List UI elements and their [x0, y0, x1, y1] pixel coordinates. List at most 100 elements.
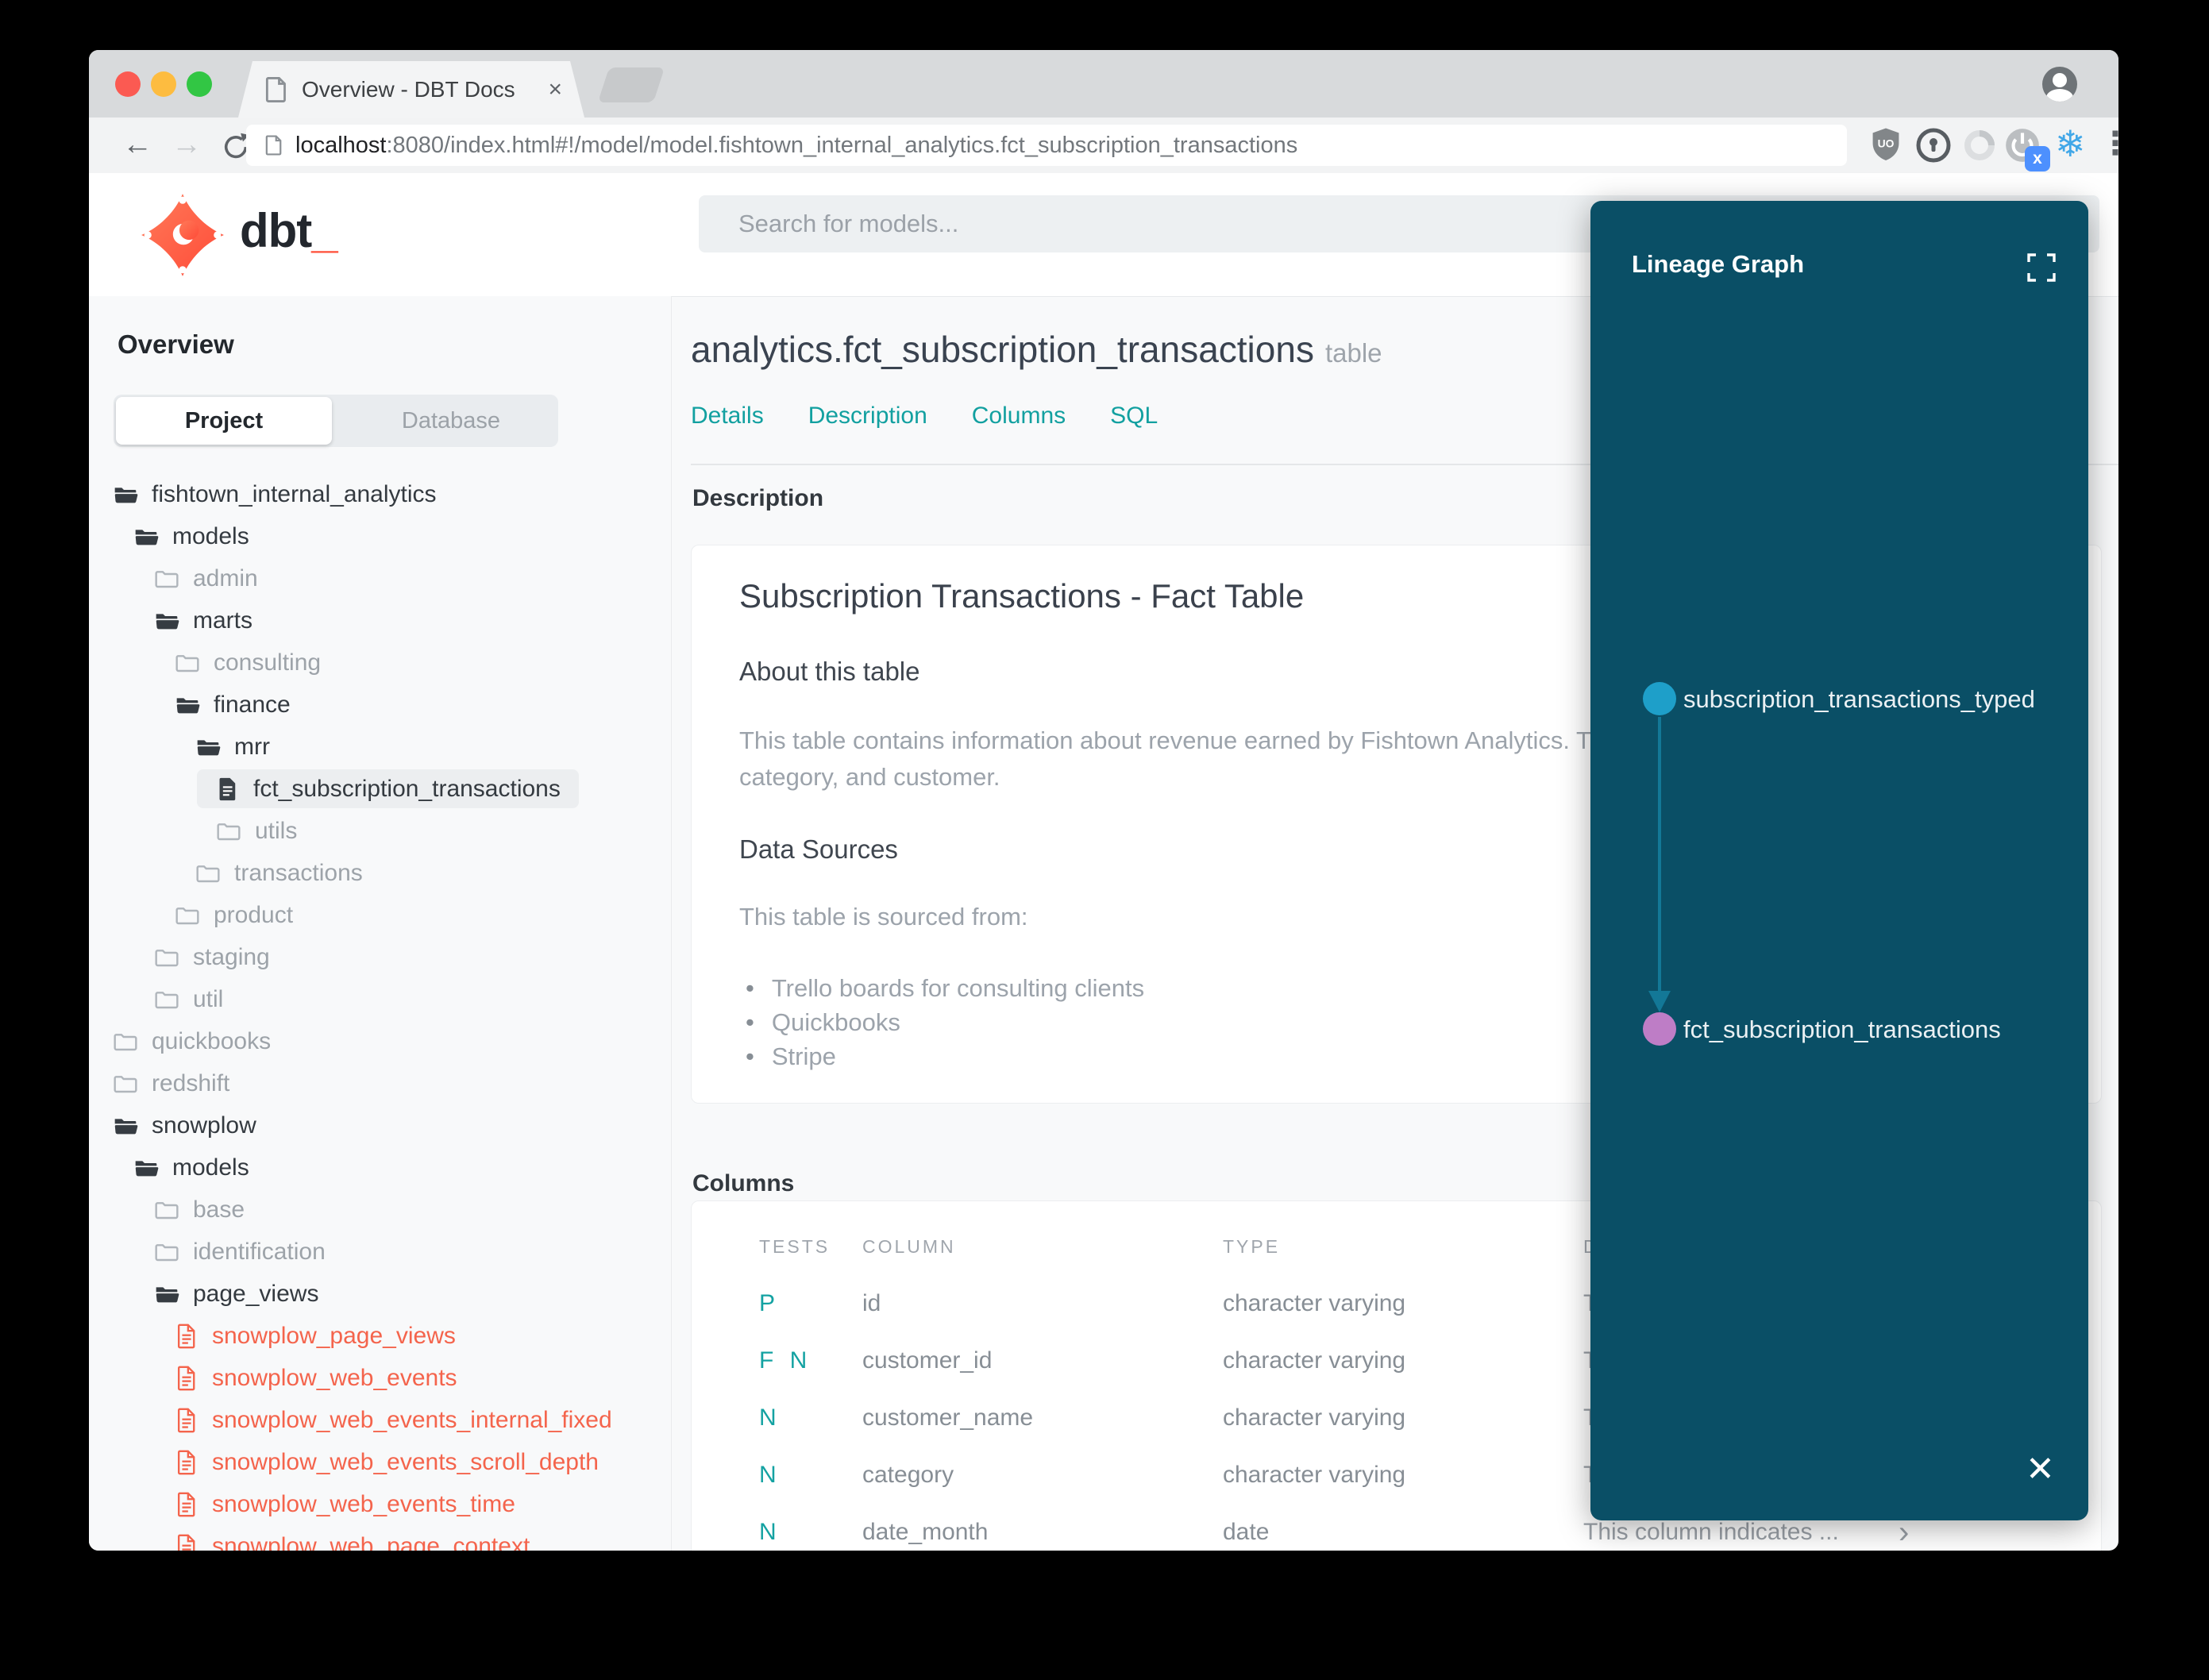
browser-profile-icon[interactable]	[2042, 67, 2077, 102]
tree-item-label: redshift	[152, 1069, 230, 1096]
tab-sql[interactable]: SQL	[1110, 403, 1158, 430]
new-tab-button[interactable]	[597, 67, 665, 102]
page-title-suffix: table	[1324, 338, 1382, 368]
power-extension-icon[interactable]: x	[2003, 125, 2050, 171]
ublock-shield-icon[interactable]: UO	[1866, 125, 1906, 165]
tree-item-snowplow_web_events_scroll_depth[interactable]: snowplow_web_events_scroll_depth	[89, 1441, 671, 1483]
description-section-label: Description	[692, 485, 824, 511]
tab-database[interactable]: Database	[352, 395, 550, 447]
lineage-node-dot-target[interactable]	[1643, 1012, 1676, 1046]
source-item: • Trello boards for consulting clients	[746, 974, 1145, 1002]
tab-description[interactable]: Description	[808, 403, 927, 430]
tree-item-label: snowplow	[152, 1112, 256, 1139]
col-header-tests: TESTS	[759, 1236, 831, 1257]
folder-closed-icon	[154, 1197, 179, 1223]
tree-item-label: admin	[193, 564, 258, 591]
tree-item-identification[interactable]: identification	[89, 1231, 671, 1273]
snowflake-extension-icon[interactable]: ❄	[2055, 122, 2086, 165]
tree-item-snowplow_page_views[interactable]: snowplow_page_views	[89, 1315, 671, 1357]
tree-item-label: base	[193, 1196, 245, 1223]
tab-project[interactable]: Project	[116, 397, 332, 445]
tree-item-label: product	[214, 901, 294, 928]
back-icon[interactable]: ←	[122, 127, 152, 162]
tree-item-transactions[interactable]: transactions	[89, 852, 671, 894]
col-header-type: TYPE	[1223, 1236, 1281, 1257]
tree-item-util[interactable]: util	[89, 978, 671, 1020]
tree-item-label: transactions	[234, 859, 363, 886]
tree-item-label: quickbooks	[152, 1027, 272, 1054]
tree-item-label: utils	[255, 817, 298, 844]
tree-item-label: snowplow_page_views	[212, 1322, 456, 1349]
lineage-close-icon[interactable]: ✕	[2026, 1452, 2055, 1487]
swirl-extension-icon[interactable]	[1960, 125, 1999, 165]
folder-closed-icon	[154, 566, 179, 591]
url-bar[interactable]: localhost:8080/index.html#!/model/model.…	[246, 125, 1847, 166]
tree-item-snowplow[interactable]: snowplow	[89, 1104, 671, 1146]
tree-item-redshift[interactable]: redshift	[89, 1062, 671, 1104]
about-line1: This table contains information about re…	[739, 726, 1639, 754]
tree-item-mrr[interactable]: mrr	[89, 726, 671, 768]
tree-item-page_views[interactable]: page_views	[89, 1273, 671, 1315]
type-cell: character varying	[1223, 1404, 1406, 1431]
traffic-close-button[interactable]	[115, 71, 141, 97]
tree-item-label: identification	[193, 1238, 326, 1265]
folder-open-icon	[195, 734, 221, 760]
tree-item-quickbooks[interactable]: quickbooks	[89, 1020, 671, 1062]
type-cell: character varying	[1223, 1347, 1406, 1374]
lineage-node-label-target[interactable]: fct_subscription_transactions	[1683, 1015, 2001, 1044]
tree-item-base[interactable]: base	[89, 1189, 671, 1231]
traffic-zoom-button[interactable]	[187, 71, 212, 97]
tree-item-models[interactable]: models	[89, 515, 671, 557]
lineage-edge	[1648, 717, 1671, 1012]
tree-item-label: snowplow_web_events_time	[212, 1490, 515, 1517]
url-path: :8080/index.html#!/model/model.fishtown_…	[386, 132, 1298, 158]
folder-open-icon	[154, 608, 179, 634]
tree-item-consulting[interactable]: consulting	[89, 642, 671, 684]
tree-item-admin[interactable]: admin	[89, 557, 671, 599]
file-red-icon	[175, 1366, 199, 1391]
dbt-wordmark: dbt_	[240, 204, 338, 257]
tree-item-snowplow_web_page_context[interactable]: snowplow_web_page_context	[89, 1525, 671, 1551]
tree-item-utils[interactable]: utils	[89, 810, 671, 852]
column-cell: id	[862, 1290, 881, 1316]
folder-open-icon	[133, 1155, 159, 1181]
tree-item-models[interactable]: models	[89, 1146, 671, 1189]
file-red-icon	[175, 1408, 199, 1433]
tree-item-label: models	[172, 1154, 249, 1181]
folder-closed-icon	[113, 1071, 138, 1096]
browser-tab[interactable]: Overview - DBT Docs ×	[238, 61, 584, 118]
tree-item-marts[interactable]: marts	[89, 599, 671, 642]
tree-item-snowplow_web_events[interactable]: snowplow_web_events	[89, 1357, 671, 1399]
tab-details[interactable]: Details	[691, 403, 764, 430]
tree-item-snowplow_web_events_internal_fixed[interactable]: snowplow_web_events_internal_fixed	[89, 1399, 671, 1441]
browser-toolbar: ← → localhost:8080/index.html#!/model/mo…	[89, 118, 2118, 174]
column-cell: customer_name	[862, 1404, 1034, 1431]
tree-item-snowplow_web_events_time[interactable]: snowplow_web_events_time	[89, 1483, 671, 1525]
tree-item-label: page_views	[193, 1280, 319, 1307]
tree-item-staging[interactable]: staging	[89, 936, 671, 978]
tree-item-product[interactable]: product	[89, 894, 671, 936]
file-red-icon	[175, 1492, 199, 1517]
traffic-minimize-button[interactable]	[151, 71, 176, 97]
tab-close-icon[interactable]: ×	[548, 76, 562, 103]
tree-item-finance[interactable]: finance	[89, 684, 671, 726]
tree-item-label: fishtown_internal_analytics	[152, 480, 437, 507]
browser-menu-icon[interactable]: ⋮	[2099, 125, 2118, 162]
tab-columns[interactable]: Columns	[972, 403, 1066, 430]
tree-item-label: snowplow_web_events_internal_fixed	[212, 1406, 612, 1433]
browser-window: Overview - DBT Docs × ← → localhost:8080…	[89, 50, 2118, 1551]
file-red-icon	[175, 1534, 199, 1551]
tests-cell: N	[759, 1519, 781, 1545]
svg-text:UO: UO	[1878, 137, 1895, 150]
dbt-logo-icon[interactable]	[138, 191, 227, 279]
onepassword-icon[interactable]	[1914, 125, 1953, 165]
lineage-node-dot-source[interactable]	[1643, 682, 1676, 715]
type-cell: character varying	[1223, 1290, 1406, 1316]
lineage-node-label-source[interactable]: subscription_transactions_typed	[1683, 685, 2035, 714]
tree-item-label: mrr	[234, 733, 270, 760]
source-item: • Quickbooks	[746, 1008, 900, 1036]
tree-item-label: models	[172, 522, 249, 549]
sidebar-title: Overview	[118, 329, 234, 359]
tree-item-fishtown_internal_analytics[interactable]: fishtown_internal_analytics	[89, 473, 671, 515]
tree-item-fct_subscription_transactions[interactable]: fct_subscription_transactions	[89, 768, 671, 810]
